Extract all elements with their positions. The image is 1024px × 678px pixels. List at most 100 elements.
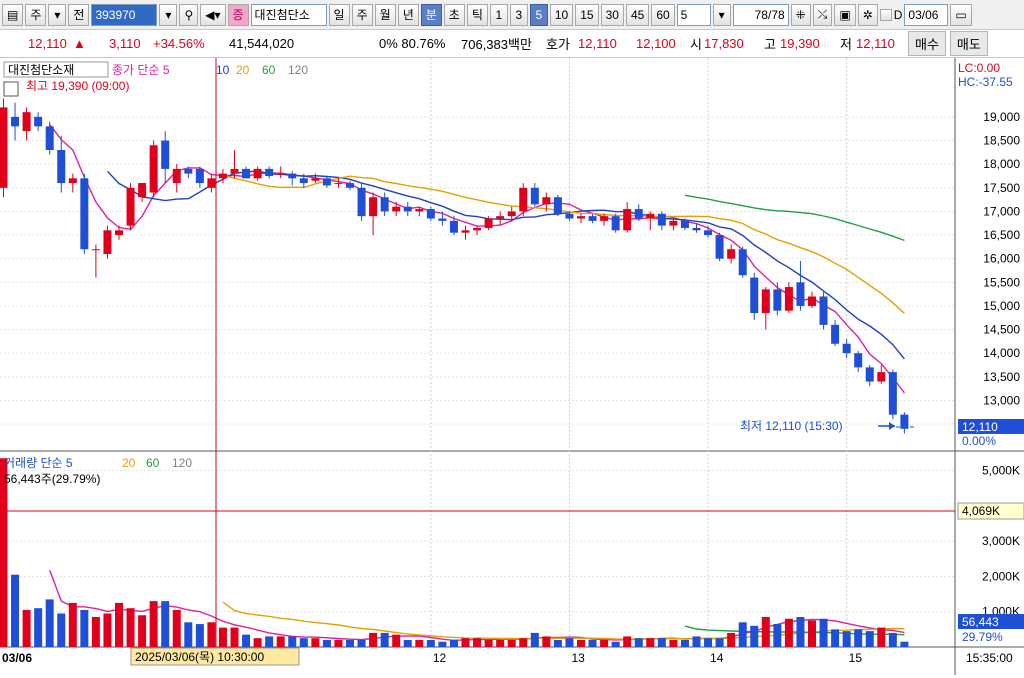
chart-svg[interactable]: 12,50013,00013,50014,00014,50015,00015,5… (0, 58, 1024, 675)
volume-legend-title: 거래량 단순 5 (4, 456, 73, 470)
draw-tool-icon[interactable]: ⤯ (812, 3, 833, 26)
candle-body (357, 187, 366, 217)
volume-bar (611, 641, 620, 647)
period-day-button[interactable]: 일 (328, 3, 350, 26)
volume-bar (519, 638, 528, 647)
candle-body (461, 230, 470, 233)
date-checkbox[interactable] (879, 8, 892, 21)
code-dropdown-icon[interactable]: ▾ (159, 3, 178, 26)
period-tick-label: 틱 (471, 8, 483, 22)
volume-bar (172, 609, 181, 647)
count-input[interactable]: 78/78 (732, 3, 789, 26)
period-minute-button[interactable]: 분 (420, 3, 442, 26)
interval-3-button[interactable]: 3 (509, 3, 528, 26)
buy-button[interactable]: 매수 (908, 31, 946, 56)
candle-body (854, 353, 863, 368)
candle-body (473, 227, 482, 231)
volume-bar (346, 639, 354, 647)
volume-bar (461, 638, 470, 647)
market-dropdown-icon[interactable]: ▾ (48, 3, 67, 26)
candle-body (172, 168, 181, 184)
volume-bar (784, 618, 793, 647)
volume-bar (288, 636, 297, 647)
candle-body (727, 249, 736, 259)
gear-icon[interactable]: ✲ (857, 3, 878, 26)
candle-body (403, 206, 412, 212)
chart-menu-button[interactable]: ▤ (2, 3, 24, 26)
interval-1-button[interactable]: 1 (489, 3, 508, 26)
volume-bar (634, 638, 643, 647)
save-icon[interactable]: ▣ (834, 3, 856, 26)
candle-body (588, 216, 597, 221)
price-tick-label: 13,500 (983, 370, 1020, 384)
open-label: 시 (690, 37, 702, 52)
code-input[interactable]: 393970 (91, 3, 158, 26)
candle-body (91, 249, 100, 251)
interval-45-label: 45 (630, 7, 645, 22)
period-week-button[interactable]: 주 (351, 3, 373, 26)
volume-bar (854, 629, 863, 647)
grid-toggle-icon[interactable] (3, 81, 19, 97)
volume-bar (426, 639, 435, 647)
candle-body (680, 220, 689, 228)
low-price: 12,110 (856, 36, 895, 51)
crosshair-icon[interactable]: ⁜ (790, 3, 811, 26)
candle-body (577, 216, 585, 219)
period-second-button[interactable]: 초 (443, 3, 465, 26)
volume-bar (738, 622, 747, 647)
candle-body (715, 235, 724, 259)
period-tick-button[interactable]: 틱 (466, 3, 488, 26)
interval-dropdown-icon[interactable]: ▾ (712, 3, 731, 26)
price-tick-label: 17,000 (983, 204, 1020, 218)
interval-30-button[interactable]: 30 (600, 3, 624, 26)
interval-60-button[interactable]: 60 (651, 3, 675, 26)
candle-body (68, 178, 77, 184)
chart-area[interactable]: 12,50013,00013,50014,00014,50015,00015,5… (0, 58, 1024, 675)
candle-body (738, 249, 747, 276)
volume-bar (727, 632, 736, 647)
calendar-icon[interactable]: ▭ (950, 3, 972, 26)
period-month-button[interactable]: 월 (374, 3, 396, 26)
legend-period-20: 20 (236, 63, 250, 77)
vol-legend-20: 20 (122, 456, 136, 470)
search-icon[interactable]: ⚲ (179, 3, 199, 26)
volume-bar (218, 627, 227, 647)
candle-body (242, 168, 251, 179)
interval-15-button[interactable]: 15 (575, 3, 599, 26)
market-select[interactable]: 주 (25, 3, 47, 26)
stock-name-tag-text: 대진첨단소재 (8, 63, 74, 77)
sell-button[interactable]: 매도 (949, 31, 988, 56)
interval-45-button[interactable]: 45 (625, 3, 650, 26)
interval-5-button[interactable]: 5 (529, 3, 548, 26)
crosshair-time-text: 2025/03/06(목) 10:30:00 (135, 650, 264, 664)
market-label: 주 (30, 8, 42, 22)
interval-10-button[interactable]: 10 (549, 3, 574, 26)
period-year-button[interactable]: 년 (397, 3, 419, 26)
interval-60-label: 60 (656, 7, 670, 22)
scope-select[interactable]: 전 (68, 3, 90, 26)
candle-body (230, 168, 239, 174)
price-tick-label: 13,000 (983, 393, 1020, 407)
day-labels: 12 13 14 15 (433, 651, 862, 665)
candle-body (611, 216, 620, 231)
candle-body (784, 287, 793, 311)
interval-select[interactable]: 5 (676, 3, 711, 26)
volume-bar (34, 608, 43, 647)
day-label: 15 (849, 651, 863, 665)
candle-body (496, 216, 505, 219)
volume-bar (600, 639, 609, 647)
date-input[interactable]: 03/06 (904, 3, 949, 26)
ref-value-text: 4,069K (962, 504, 1000, 518)
price-tick-label: 16,000 (983, 252, 1020, 266)
period-year-label: 년 (402, 8, 414, 22)
volume-bar (657, 638, 666, 647)
up-arrow-icon: ▲ (73, 36, 86, 51)
candle-body (600, 216, 609, 221)
volume-bar (553, 639, 562, 647)
volume-bar (888, 632, 897, 647)
xaxis-end-time: 15:35:00 (966, 651, 1013, 665)
speaker-icon[interactable]: ◀▾ (200, 3, 226, 26)
candle-body (819, 296, 828, 325)
price-legend-title: 종가 단순 5 (112, 63, 170, 77)
volume-bar (577, 639, 585, 647)
